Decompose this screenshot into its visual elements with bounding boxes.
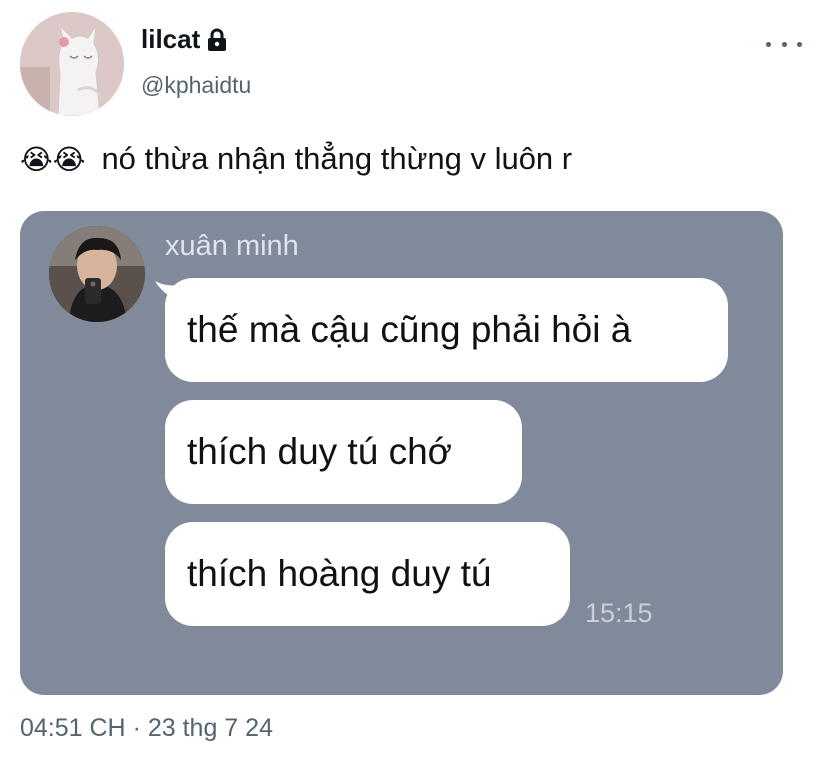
more-options-icon[interactable]: [766, 32, 802, 56]
tweet-date: 23 thg 7 24: [147, 714, 273, 742]
chat-message: thế mà cậu cũng phải hỏi à: [165, 278, 728, 382]
lock-icon: [206, 28, 228, 52]
author-avatar[interactable]: [20, 12, 124, 116]
chat-sender-avatar: [49, 226, 145, 322]
timestamp-separator: ·: [132, 714, 141, 742]
chat-message: thích hoàng duy tú: [165, 522, 570, 626]
author-display-name[interactable]: lilcat: [141, 24, 200, 55]
chat-sender-name: xuân minh: [165, 230, 299, 262]
author-handle[interactable]: @kphaidtu: [141, 72, 251, 99]
tweet-body: nó thừa nhận thẳng thừng v luôn r: [101, 141, 573, 176]
crying-emoji-icon: 😭😭: [20, 143, 86, 175]
chat-message-time: 15:15: [585, 598, 653, 628]
tweet-time: 04:51 CH: [20, 714, 126, 742]
chat-message: thích duy tú chớ: [165, 400, 522, 504]
tweet-text: 😭😭 nó thừa nhận thẳng thừng v luôn r: [20, 141, 572, 177]
tweet-timestamp[interactable]: 04:51 CH · 23 thg 7 24: [20, 714, 273, 743]
attached-chat-screenshot[interactable]: xuân minh thế mà cậu cũng phải hỏi à thí…: [20, 211, 783, 695]
